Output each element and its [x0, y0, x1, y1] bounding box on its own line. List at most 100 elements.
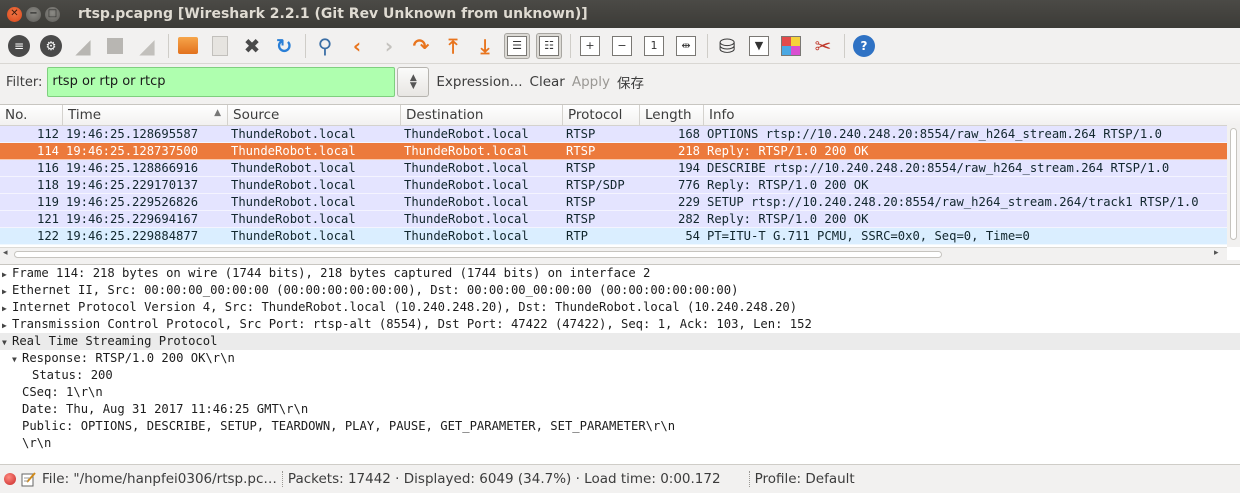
colorize-button[interactable]: ☷: [536, 32, 562, 59]
minimize-window-button[interactable]: −: [26, 6, 41, 22]
cell-no: 114: [36, 144, 59, 158]
maximize-window-button[interactable]: □: [45, 6, 60, 22]
detail-tree-item[interactable]: ▶ Frame 114: 218 bytes on wire (1744 bits…: [0, 265, 1240, 282]
normal-size-button[interactable]: 1: [641, 33, 667, 59]
expression-button[interactable]: Expression...: [436, 74, 522, 90]
filter-history-dropdown[interactable]: ▲ ▼: [397, 67, 430, 97]
autoscroll-button[interactable]: ☰: [504, 32, 530, 59]
table-row-selected[interactable]: 114 19:46:25.128737500 ThundeRobot.local Th…: [0, 143, 1240, 160]
table-row[interactable]: 119 19:46:25.229526826 ThundeRobot.local Th…: [0, 194, 1240, 211]
resize-columns-icon: ⇹: [676, 35, 696, 56]
resize-columns-button[interactable]: ⇹: [673, 33, 699, 59]
detail-tree-item[interactable]: ▶ Internet Protocol Version 4, Src: Thund…: [0, 299, 1240, 316]
expert-info-icon[interactable]: [4, 473, 16, 485]
coloring-rules-button[interactable]: [778, 33, 804, 59]
scroll-right-icon[interactable]: ▸: [1214, 248, 1219, 258]
preferences-button[interactable]: ✂: [810, 33, 836, 59]
detail-tree-item[interactable]: ▶ Transmission Control Protocol, Src Port…: [0, 316, 1240, 333]
detail-tree-item[interactable]: ▼ Response: RTSP/1.0 200 OK\r\n: [0, 350, 1240, 367]
cell-time: 19:46:25.229884877: [66, 229, 199, 243]
detail-tree-label: Real Time Streaming Protocol: [12, 334, 218, 348]
packet-list-header: No. Time ▲ Source Destination Protocol Le…: [0, 105, 1240, 126]
collapse-arrow-icon[interactable]: ▼: [12, 351, 22, 368]
cell-proto: RTSP: [566, 212, 596, 226]
restart-capture-button[interactable]: ◢: [134, 33, 160, 59]
column-header-no[interactable]: No.: [0, 105, 63, 126]
help-button[interactable]: ?: [851, 33, 877, 59]
detail-tree-item[interactable]: Date: Thu, Aug 31 2017 11:46:25 GMT\r\n: [0, 401, 1240, 418]
close-file-button[interactable]: ✖: [239, 33, 265, 59]
cell-len: 168: [677, 127, 700, 141]
open-file-button[interactable]: [175, 33, 201, 59]
zoom-out-icon: −: [612, 35, 632, 56]
cell-time: 19:46:25.229694167: [66, 212, 199, 226]
table-row[interactable]: 118 19:46:25.229170137 ThundeRobot.local Th…: [0, 177, 1240, 194]
zoom-out-button[interactable]: −: [609, 33, 635, 59]
apply-filter-button[interactable]: Apply: [572, 74, 610, 90]
scrollbar-thumb[interactable]: [1230, 128, 1237, 240]
go-last-button[interactable]: ⤓: [472, 33, 498, 59]
save-filter-button[interactable]: 保存: [617, 72, 644, 92]
expand-arrow-icon[interactable]: ▶: [2, 283, 12, 300]
go-back-button[interactable]: ‹: [344, 33, 370, 59]
detail-tree-item[interactable]: ▶ Ethernet II, Src: 00:00:00_00:00:00 (00…: [0, 282, 1240, 299]
reload-button[interactable]: ↻: [271, 33, 297, 59]
clear-filter-button[interactable]: Clear: [530, 74, 565, 90]
table-row[interactable]: 112 19:46:25.128695587 ThundeRobot.local Th…: [0, 126, 1240, 143]
collapse-arrow-icon[interactable]: ▼: [2, 334, 12, 351]
packet-list-vertical-scrollbar[interactable]: [1227, 125, 1240, 247]
go-last-icon: ⤓: [480, 33, 490, 58]
column-header-length[interactable]: Length: [640, 105, 704, 126]
cell-proto: RTSP: [566, 195, 596, 209]
cell-dst: ThundeRobot.local: [404, 144, 529, 158]
reload-icon: ↻: [275, 33, 293, 58]
cell-no: 119: [36, 195, 59, 209]
go-forward-button[interactable]: ›: [376, 33, 402, 59]
expand-arrow-icon[interactable]: ▶: [2, 266, 12, 283]
detail-tree-item[interactable]: ▼ Real Time Streaming Protocol: [0, 333, 1240, 350]
cell-len: 229: [677, 195, 700, 209]
detail-tree-item[interactable]: CSeq: 1\r\n: [0, 384, 1240, 401]
status-profile[interactable]: Profile: Default: [755, 471, 855, 487]
column-header-protocol[interactable]: Protocol: [563, 105, 640, 126]
go-first-button[interactable]: ⤒: [440, 33, 466, 59]
packet-list-horizontal-scrollbar[interactable]: ◂ ▸: [0, 247, 1227, 260]
expand-arrow-icon[interactable]: ▶: [2, 300, 12, 317]
find-button[interactable]: ⚲: [312, 33, 338, 59]
sort-ascending-icon: ▲: [214, 108, 221, 118]
packet-details-tree: ▶ Frame 114: 218 bytes on wire (1744 bits…: [0, 264, 1240, 464]
capture-filters-button[interactable]: ⛁: [714, 33, 740, 59]
close-window-button[interactable]: ✕: [7, 6, 22, 22]
detail-tree-item[interactable]: Status: 200: [0, 367, 1240, 384]
close-file-icon: ✖: [243, 33, 261, 58]
column-header-source[interactable]: Source: [228, 105, 401, 126]
status-separator: [281, 471, 283, 487]
detail-tree-label: Public: OPTIONS, DESCRIBE, SETUP, TEARDO…: [22, 419, 676, 433]
cell-info: DESCRIBE rtsp://10.240.248.20:8554/raw_h…: [707, 161, 1170, 175]
expand-arrow-icon[interactable]: ▶: [2, 317, 12, 334]
column-header-time[interactable]: Time ▲: [63, 105, 228, 126]
find-icon: ⚲: [317, 33, 333, 58]
column-header-destination[interactable]: Destination: [401, 105, 563, 126]
display-filter-input[interactable]: rtsp or rtp or rtcp: [47, 67, 396, 97]
detail-tree-item[interactable]: Public: OPTIONS, DESCRIBE, SETUP, TEARDO…: [0, 418, 1240, 435]
options-button[interactable]: ⚙: [38, 33, 64, 59]
interfaces-button[interactable]: ≡: [6, 33, 32, 59]
cell-src: ThundeRobot.local: [231, 229, 356, 243]
table-row[interactable]: 116 19:46:25.128866916 ThundeRobot.local Th…: [0, 160, 1240, 177]
zoom-in-button[interactable]: +: [577, 33, 603, 59]
detail-tree-item[interactable]: \r\n: [0, 435, 1240, 452]
capture-comment-icon[interactable]: [20, 471, 36, 487]
scroll-left-icon[interactable]: ◂: [3, 248, 8, 258]
start-capture-button[interactable]: ◢: [70, 33, 96, 59]
column-header-info[interactable]: Info: [704, 105, 1224, 126]
display-filters-button[interactable]: ▼: [746, 33, 772, 59]
cell-info: Reply: RTSP/1.0 200 OK: [707, 212, 869, 226]
go-to-packet-button[interactable]: ↷: [408, 33, 434, 59]
save-file-button[interactable]: [207, 33, 233, 59]
cell-time: 19:46:25.229526826: [66, 195, 199, 209]
stop-capture-button[interactable]: [102, 33, 128, 59]
scrollbar-thumb[interactable]: [14, 251, 942, 258]
table-row[interactable]: 122 19:46:25.229884877 ThundeRobot.local Th…: [0, 228, 1240, 245]
table-row[interactable]: 121 19:46:25.229694167 ThundeRobot.local Th…: [0, 211, 1240, 228]
